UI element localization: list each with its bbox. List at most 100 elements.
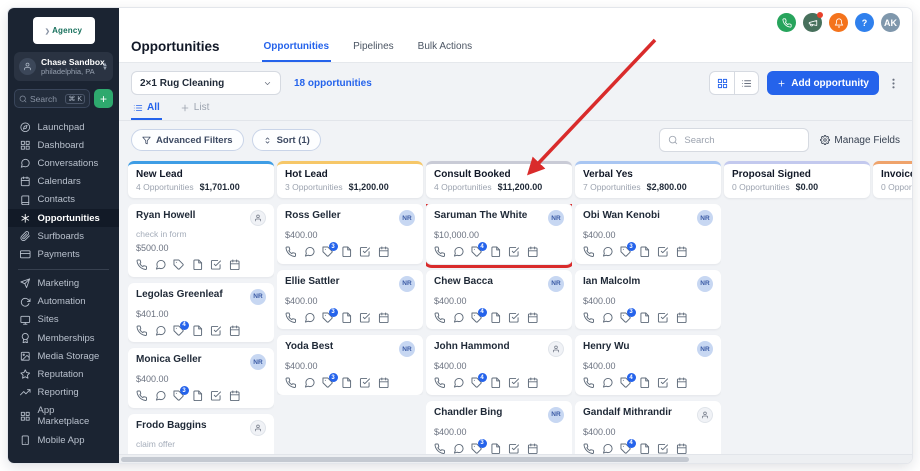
sidebar-item-launchpad[interactable]: Launchpad	[8, 118, 119, 136]
call-icon[interactable]	[583, 312, 595, 324]
appointment-icon[interactable]	[527, 246, 539, 258]
horizontal-scrollbar[interactable]	[119, 454, 912, 463]
opportunity-card[interactable]: Ryan Howellcheck in form$500.00	[128, 204, 274, 277]
appointment-icon[interactable]	[676, 443, 688, 455]
user-avatar[interactable]: AK	[881, 13, 900, 32]
sidebar-item-payments[interactable]: Payments	[8, 245, 119, 263]
appointment-icon[interactable]	[676, 377, 688, 389]
opportunity-card[interactable]: Ian MalcolmNR$400.003	[575, 270, 721, 330]
pipeline-selector[interactable]: 2×1 Rug Cleaning	[131, 71, 281, 95]
sidebar-item-sites[interactable]: Sites	[8, 311, 119, 329]
notes-icon[interactable]	[639, 377, 651, 389]
notes-icon[interactable]	[490, 246, 502, 258]
message-icon[interactable]	[304, 377, 316, 389]
opportunity-card[interactable]: Chandler BingNR$400.003	[426, 401, 572, 455]
call-icon[interactable]	[583, 377, 595, 389]
more-options-button[interactable]	[887, 77, 900, 90]
tag-icon[interactable]: 3	[322, 377, 334, 389]
message-icon[interactable]	[602, 443, 614, 455]
tasks-icon[interactable]	[359, 312, 371, 324]
call-icon[interactable]	[434, 443, 446, 455]
message-icon[interactable]	[453, 443, 465, 455]
call-icon[interactable]	[434, 377, 446, 389]
tag-icon[interactable]	[173, 259, 185, 271]
message-icon[interactable]	[453, 377, 465, 389]
sidebar-item-surfboards[interactable]: Surfboards	[8, 227, 119, 245]
sidebar-item-mobile-app[interactable]: Mobile App	[8, 431, 119, 449]
appointment-icon[interactable]	[229, 259, 241, 271]
appointment-icon[interactable]	[527, 312, 539, 324]
list-view-button[interactable]	[734, 72, 758, 94]
tab-pipelines[interactable]: Pipelines	[351, 35, 396, 62]
notifications-button[interactable]	[829, 13, 848, 32]
tasks-icon[interactable]	[657, 443, 669, 455]
opportunity-card[interactable]: Chew BaccaNR$400.004	[426, 270, 572, 330]
message-icon[interactable]	[602, 377, 614, 389]
tag-icon[interactable]: 3	[322, 246, 334, 258]
tag-icon[interactable]: 3	[471, 443, 483, 455]
sidebar-item-opportunities[interactable]: Opportunities	[8, 209, 119, 227]
call-icon[interactable]	[583, 443, 595, 455]
notes-icon[interactable]	[490, 312, 502, 324]
add-opportunity-button[interactable]: Add opportunity	[767, 71, 879, 95]
tasks-icon[interactable]	[210, 325, 222, 337]
notes-icon[interactable]	[490, 443, 502, 455]
message-icon[interactable]	[304, 246, 316, 258]
add-list-button[interactable]: List	[178, 99, 212, 120]
megaphone-button[interactable]	[803, 13, 822, 32]
message-icon[interactable]	[304, 312, 316, 324]
call-icon[interactable]	[285, 246, 297, 258]
tasks-icon[interactable]	[359, 246, 371, 258]
opportunity-card[interactable]: Gandalf Mithrandir$400.004	[575, 401, 721, 455]
notes-icon[interactable]	[341, 246, 353, 258]
tasks-icon[interactable]	[657, 312, 669, 324]
quick-add-button[interactable]: +	[94, 89, 113, 108]
grid-view-button[interactable]	[710, 72, 734, 94]
message-icon[interactable]	[155, 390, 167, 402]
appointment-icon[interactable]	[527, 377, 539, 389]
tab-all[interactable]: All	[131, 99, 162, 120]
tasks-icon[interactable]	[210, 259, 222, 271]
tag-icon[interactable]: 3	[620, 312, 632, 324]
stage-header[interactable]: New Lead4 Opportunities$1,701.00	[128, 161, 274, 198]
tasks-icon[interactable]	[210, 390, 222, 402]
call-icon[interactable]	[136, 259, 148, 271]
opportunity-card[interactable]: Frodo Bagginsclaim offer$400.004	[128, 414, 274, 455]
tasks-icon[interactable]	[657, 246, 669, 258]
appointment-icon[interactable]	[378, 312, 390, 324]
sidebar-item-dashboard[interactable]: Dashboard	[8, 136, 119, 154]
call-icon[interactable]	[285, 377, 297, 389]
call-icon[interactable]	[434, 312, 446, 324]
tag-icon[interactable]: 4	[471, 312, 483, 324]
opportunity-card[interactable]: Saruman The WhiteNR$10,000.004	[426, 204, 572, 264]
appointment-icon[interactable]	[676, 312, 688, 324]
opportunity-card[interactable]: John Hammond$400.004	[426, 335, 572, 395]
notes-icon[interactable]	[639, 312, 651, 324]
sort-button[interactable]: Sort (1)	[252, 129, 321, 151]
stage-header[interactable]: Proposal Signed0 Opportunities$0.00	[724, 161, 870, 198]
tag-icon[interactable]: 4	[471, 246, 483, 258]
scrollbar-thumb[interactable]	[121, 457, 689, 462]
tasks-icon[interactable]	[508, 377, 520, 389]
message-icon[interactable]	[453, 312, 465, 324]
message-icon[interactable]	[155, 259, 167, 271]
help-button[interactable]: ?	[855, 13, 874, 32]
appointment-icon[interactable]	[378, 246, 390, 258]
appointment-icon[interactable]	[229, 390, 241, 402]
message-icon[interactable]	[453, 246, 465, 258]
tag-icon[interactable]: 4	[620, 443, 632, 455]
call-icon[interactable]	[136, 390, 148, 402]
call-icon[interactable]	[285, 312, 297, 324]
message-icon[interactable]	[155, 325, 167, 337]
sidebar-search-input[interactable]: Search ⌘ K	[14, 89, 90, 108]
sidebar-item-app-marketplace[interactable]: App Marketplace	[8, 402, 119, 431]
opportunity-card[interactable]: Ross GellerNR$400.003	[277, 204, 423, 264]
sidebar-item-memberships[interactable]: Memberships	[8, 329, 119, 347]
sidebar-item-reporting[interactable]: Reporting	[8, 384, 119, 402]
call-icon[interactable]	[434, 246, 446, 258]
opportunity-card[interactable]: Legolas GreenleafNR$401.004	[128, 283, 274, 343]
call-icon[interactable]	[136, 325, 148, 337]
stage-header[interactable]: Consult Booked4 Opportunities$11,200.00	[426, 161, 572, 198]
sidebar-item-marketing[interactable]: Marketing	[8, 275, 119, 293]
tab-opportunities[interactable]: Opportunities	[262, 35, 332, 62]
